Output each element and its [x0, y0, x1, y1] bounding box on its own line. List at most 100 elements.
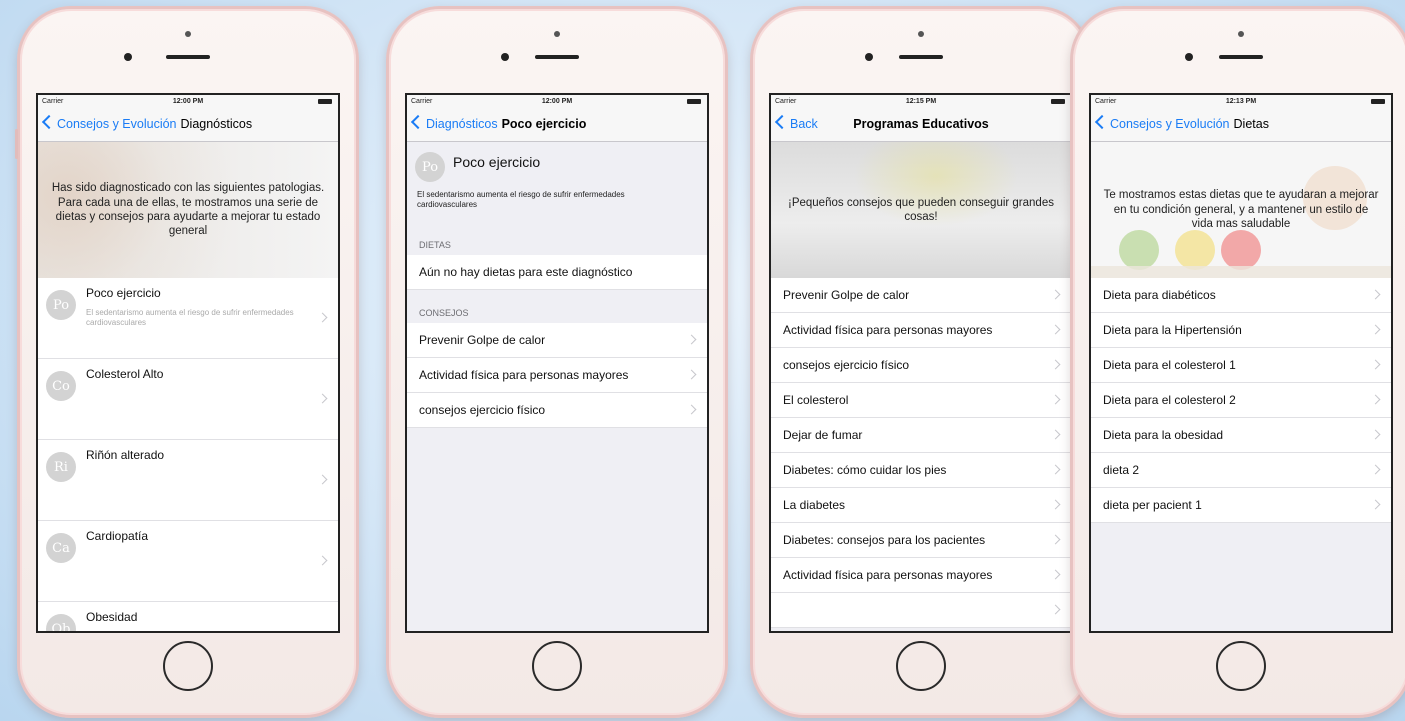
chevron-right-icon [317, 312, 328, 323]
chevron-right-icon [1050, 359, 1061, 370]
list-item-label: Dieta para el colesterol 1 [1103, 358, 1236, 372]
front-camera [918, 31, 924, 37]
list-item-label: Aún no hay dietas para este diagnóstico [419, 265, 633, 279]
list-item-label: Actividad física para personas mayores [783, 323, 993, 337]
list-item: Aún no hay dietas para este diagnóstico [407, 255, 707, 290]
hero-text: Has sido diagnosticado con las siguiente… [51, 182, 325, 238]
list-item[interactable]: Diabetes: consejos para los pacientes [771, 523, 1071, 558]
list-item-label: Diabetes: consejos para los pacientes [783, 533, 986, 547]
hero-banner: ¡Pequeños consejos que pueden conseguir … [771, 142, 1071, 278]
list-item[interactable]: Prevenir Golpe de calor [771, 278, 1071, 313]
chevron-right-icon [686, 334, 697, 345]
sensor [501, 53, 509, 61]
list-item[interactable]: Actividad física para personas mayores [771, 313, 1071, 348]
home-button[interactable] [532, 641, 582, 691]
status-bar: Carrier 12:13 PM [1091, 95, 1391, 109]
chevron-right-icon [317, 393, 328, 404]
list-item[interactable]: dieta per pacient 1 [1091, 488, 1391, 523]
list-item[interactable]: Actividad física para personas mayores [771, 558, 1071, 593]
list-item[interactable]: Dieta para el colesterol 1 [1091, 348, 1391, 383]
list-item-label: Dieta para la Hipertensión [1103, 323, 1242, 337]
chevron-left-icon [410, 114, 426, 130]
list-item-label: Dejar de fumar [783, 428, 863, 442]
diagnosis-desc: El sedentarismo aumenta el riesgo de suf… [417, 190, 625, 209]
diagnosis-row[interactable]: Ca Cardiopatía [38, 521, 338, 602]
list-item[interactable]: Dieta para la Hipertensión [1091, 313, 1391, 348]
chevron-right-icon [1370, 464, 1381, 475]
sensor [1185, 53, 1193, 61]
list-item[interactable]: dieta 2 [1091, 453, 1391, 488]
front-camera [185, 31, 191, 37]
list-item-label: La diabetes [783, 498, 846, 512]
avatar: Ri [46, 452, 76, 482]
list-item[interactable]: consejos ejercicio físico [771, 348, 1071, 383]
status-time: 12:13 PM [1225, 98, 1257, 105]
chevron-right-icon [1050, 324, 1061, 335]
diagnosis-row[interactable]: Co Colesterol Alto [38, 359, 338, 440]
battery-icon [1371, 99, 1385, 104]
nav-bar: Consejos y Evolución Dietas [1091, 109, 1391, 142]
front-camera [554, 31, 560, 37]
nav-bar: Back Programas Educativos [771, 109, 1071, 142]
avatar: Ob [46, 614, 76, 631]
list-item[interactable] [771, 593, 1071, 628]
back-button[interactable]: Consejos y Evolución Dietas [1094, 114, 1269, 131]
hero-banner: Has sido diagnosticado con las siguiente… [38, 142, 338, 278]
nav-bar: Diagnósticos Poco ejercicio [407, 109, 707, 142]
diagnosis-desc: El sedentarismo aumenta el riesgo de suf… [86, 308, 294, 327]
list-item[interactable]: Diabetes: cómo cuidar los pies [771, 453, 1071, 488]
home-button[interactable] [896, 641, 946, 691]
status-time: 12:15 PM [905, 98, 937, 105]
list-item[interactable]: consejos ejercicio físico [407, 393, 707, 428]
status-bar: Carrier 12:00 PM [407, 95, 707, 109]
list-item-label: Prevenir Golpe de calor [419, 333, 546, 347]
earpiece-speaker [166, 55, 210, 59]
section-header-consejos: CONSEJOS [419, 308, 469, 318]
list-item-label: Diabetes: cómo cuidar los pies [783, 463, 947, 477]
list-item[interactable]: La diabetes [771, 488, 1071, 523]
list-item[interactable]: Dieta para el colesterol 2 [1091, 383, 1391, 418]
avatar: Ca [46, 533, 76, 563]
list-item[interactable]: Actividad física para personas mayores [407, 358, 707, 393]
phone-4: Carrier 12:13 PM Consejos y Evolución Die… [1070, 6, 1405, 718]
back-button[interactable]: Diagnósticos Poco ejercicio [410, 114, 587, 131]
chevron-right-icon [1370, 324, 1381, 335]
list-item-label: dieta 2 [1103, 463, 1140, 477]
home-button[interactable] [163, 641, 213, 691]
list-item[interactable]: Prevenir Golpe de calor [407, 323, 707, 358]
chevron-right-icon [686, 404, 697, 415]
list-item[interactable]: El colesterol [771, 383, 1071, 418]
list-item[interactable]: Dejar de fumar [771, 418, 1071, 453]
hero-text: ¡Pequeños consejos que pueden conseguir … [788, 196, 1054, 223]
list-item[interactable]: Dieta para la obesidad [1091, 418, 1391, 453]
chevron-right-icon [1050, 464, 1061, 475]
home-button[interactable] [1216, 641, 1266, 691]
back-label: Consejos y Evolución [1110, 117, 1230, 131]
chevron-right-icon [1050, 604, 1061, 615]
status-time: 12:00 PM [172, 98, 204, 105]
list-item-label: Actividad física para personas mayores [783, 568, 993, 582]
battery-icon [687, 99, 701, 104]
status-bar: Carrier 12:15 PM [771, 95, 1071, 109]
screen: Carrier 12:00 PM Consejos y Evolución Dia… [36, 93, 340, 633]
list-item[interactable]: Dieta para diabéticos [1091, 278, 1391, 313]
programs-list: Prevenir Golpe de calor Actividad física… [771, 278, 1071, 628]
phone-2: Carrier 12:00 PM Diagnósticos Poco ejerci… [386, 6, 728, 718]
hero-text: Te mostramos estas dietas que te ayudara… [1103, 189, 1379, 231]
chevron-right-icon [1050, 499, 1061, 510]
avatar: Po [46, 290, 76, 320]
status-time: 12:00 PM [541, 98, 573, 105]
back-label: Diagnósticos [426, 117, 498, 131]
diagnosis-header: Po Poco ejercicio El sedentarismo aument… [407, 142, 707, 230]
chevron-right-icon [317, 474, 328, 485]
front-camera [1238, 31, 1244, 37]
nav-title: Poco ejercicio [501, 117, 587, 131]
section-header-dietas: DIETAS [419, 240, 451, 250]
battery-icon [1051, 99, 1065, 104]
diagnosis-title: Poco ejercicio [86, 286, 161, 300]
screen: Carrier 12:13 PM Consejos y Evolución Die… [1089, 93, 1393, 633]
diagnosis-row[interactable]: Po Poco ejercicio El sedentarismo aument… [38, 278, 338, 359]
back-button[interactable]: Consejos y Evolución Diagnósticos [41, 114, 252, 131]
diagnosis-row[interactable]: Ri Riñón alterado [38, 440, 338, 521]
diagnosis-row[interactable]: Ob Obesidad [38, 602, 338, 631]
